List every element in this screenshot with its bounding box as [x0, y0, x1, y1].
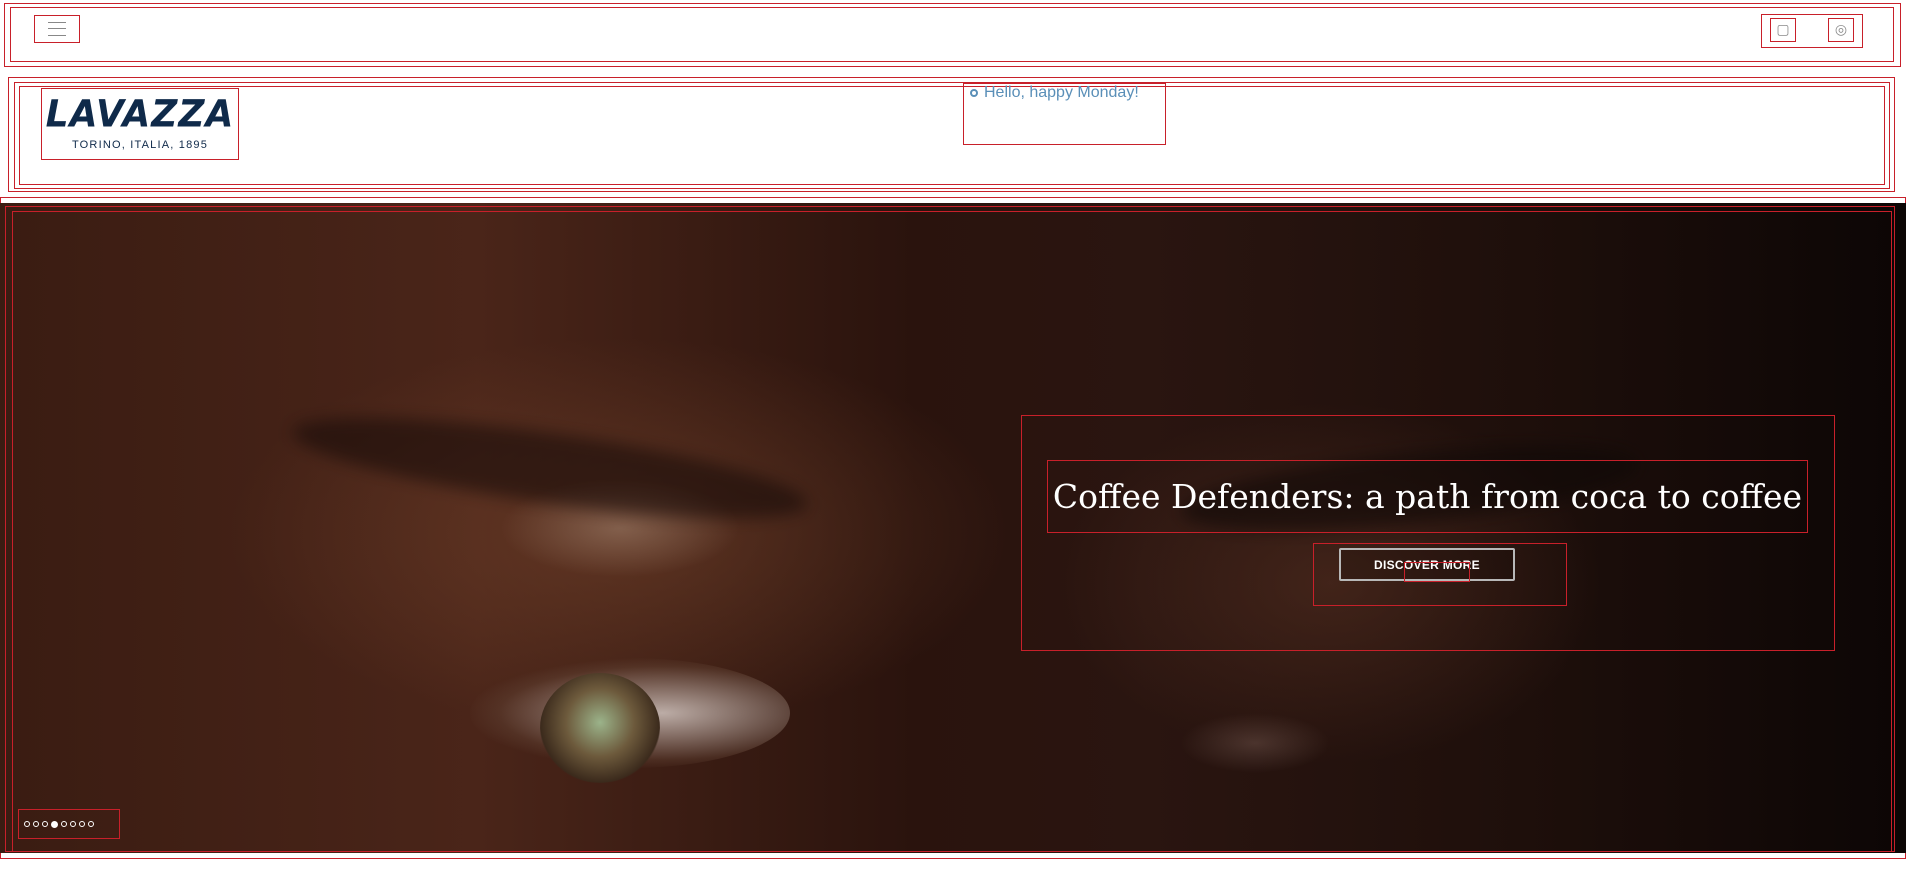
greeting-box: Hello, happy Monday!	[963, 83, 1166, 145]
logo-tagline: TORINO, ITALIA, 1895	[71, 139, 209, 151]
slide-dot[interactable]	[88, 821, 94, 827]
slide-dot[interactable]	[33, 821, 39, 827]
hero-title-box: Coffee Defenders: a path from coca to co…	[1047, 460, 1808, 533]
menu-button[interactable]	[34, 15, 80, 43]
slide-dot-active[interactable]	[51, 820, 58, 828]
main-header-content	[19, 86, 1885, 185]
logo-wordmark: LAVAZZA	[45, 92, 235, 136]
hamburger-menu-icon	[48, 22, 66, 36]
slide-dot[interactable]	[70, 821, 76, 827]
cta-label-frame	[1404, 562, 1470, 582]
store-locator-glyph: ▢	[1776, 22, 1790, 38]
top-bar	[10, 7, 1894, 62]
coffee-cup-glyph: ◎	[1834, 22, 1848, 38]
slider-pagination	[18, 809, 120, 839]
header-tools: ▢ ◎	[1761, 14, 1863, 48]
store-locator-icon[interactable]: ▢	[1770, 18, 1796, 42]
slide-dot[interactable]	[61, 821, 67, 827]
hero-title: Coffee Defenders: a path from coca to co…	[1052, 477, 1803, 516]
bullet-icon	[970, 89, 978, 97]
slide-dot[interactable]	[24, 821, 30, 827]
greeting-text: Hello, happy Monday!	[984, 84, 1139, 101]
lavazza-logo[interactable]: LAVAZZA TORINO, ITALIA, 1895	[41, 88, 239, 160]
slide-dot[interactable]	[79, 821, 85, 827]
slide-dot[interactable]	[42, 821, 48, 827]
coffee-cup-icon[interactable]: ◎	[1828, 18, 1854, 42]
hero-caption	[1021, 415, 1835, 651]
